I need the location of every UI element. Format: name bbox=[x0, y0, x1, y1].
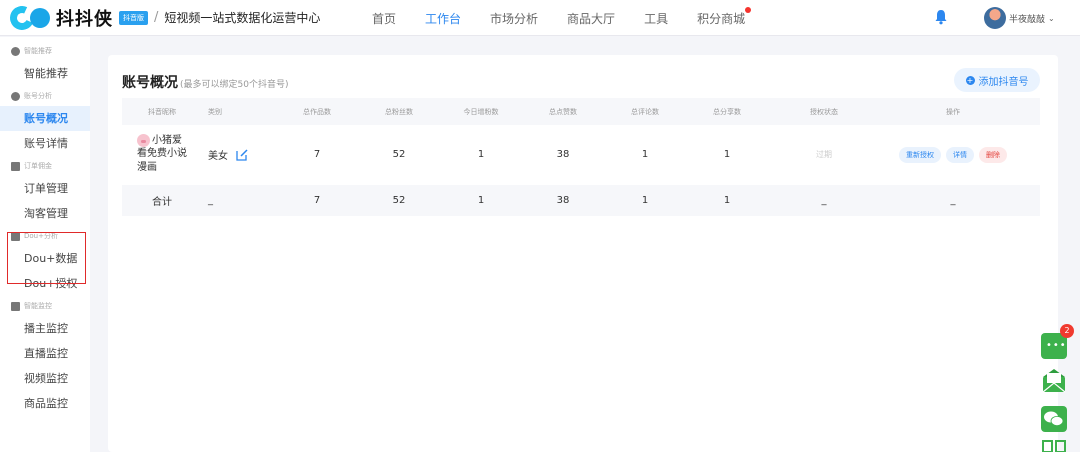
sidebar-item-product-monitor[interactable]: 商品监控 bbox=[0, 391, 90, 416]
total-likes: 38 bbox=[556, 195, 570, 206]
total-fans: 52 bbox=[392, 195, 406, 206]
details-button[interactable]: 详情 bbox=[946, 146, 974, 163]
logo-mark-icon bbox=[6, 2, 52, 33]
category-cell: 美女 bbox=[208, 127, 248, 182]
column-header: 总分享数 bbox=[713, 107, 741, 116]
wechat-icon[interactable] bbox=[1041, 406, 1067, 432]
column-header: 类别 bbox=[208, 107, 222, 116]
total-label: 合计 bbox=[152, 197, 172, 208]
total-auth-status: _ bbox=[821, 195, 827, 206]
username: 半夜敲敲 bbox=[1009, 14, 1046, 25]
column-header: 总点赞数 bbox=[549, 107, 577, 116]
avatar bbox=[984, 7, 1006, 29]
pie-chart-icon bbox=[11, 91, 20, 101]
account-name-line3: 漫画 bbox=[137, 162, 157, 173]
total-comments: 1 bbox=[641, 195, 649, 206]
user-menu[interactable]: 半夜敲敲 ⌄ bbox=[984, 7, 1055, 29]
sidebar-item-anchor-monitor[interactable]: 播主监控 bbox=[0, 316, 90, 341]
account-overview-card: 账号概况 (最多可以绑定50个抖音号) + 添加抖音号 抖音昵称 类别 总作品数 … bbox=[108, 55, 1058, 452]
mail-icon[interactable] bbox=[1041, 368, 1067, 394]
column-header: 总作品数 bbox=[303, 107, 331, 116]
likes-count: 38 bbox=[556, 149, 570, 160]
total-shares: 1 bbox=[723, 195, 731, 206]
edit-icon[interactable] bbox=[236, 148, 248, 161]
sidebar-item-account-detail[interactable]: 账号详情 bbox=[0, 131, 90, 156]
sidebar-item-account-overview[interactable]: 账号概况 bbox=[0, 106, 90, 131]
sidebar-item-live-monitor[interactable]: 直播监控 bbox=[0, 341, 90, 366]
bell-icon[interactable] bbox=[934, 9, 948, 25]
nav-points-mall-label: 积分商城 bbox=[697, 11, 746, 26]
total-category: _ bbox=[208, 195, 213, 206]
column-header: 操作 bbox=[946, 107, 960, 116]
auth-status: 过期 bbox=[794, 127, 854, 182]
total-ops: _ bbox=[950, 195, 956, 206]
logo-text: 抖抖侠 bbox=[56, 8, 113, 30]
plus-circle-icon: + bbox=[965, 75, 975, 85]
version-badge: 抖音版 bbox=[119, 10, 148, 25]
order-icon bbox=[11, 161, 20, 171]
account-cell[interactable]: 小猪爱 看免费小说 漫画 bbox=[126, 127, 198, 182]
total-works: 7 bbox=[313, 195, 321, 206]
section-title: 订单佣金 bbox=[24, 162, 52, 170]
chat-unread-badge: 2 bbox=[1060, 324, 1074, 338]
total-today-fans: 1 bbox=[477, 195, 485, 206]
column-header: 总评论数 bbox=[631, 107, 659, 116]
table-row: 小猪爱 看免费小说 漫画 美女 7 52 1 38 1 1 过期 重新授权 详情… bbox=[122, 127, 1040, 182]
table-header: 抖音昵称 类别 总作品数 总粉丝数 今日增粉数 总点赞数 总评论数 总分享数 授… bbox=[122, 98, 1040, 125]
sidebar-section-account: 账号分析 bbox=[0, 86, 90, 106]
column-header: 总粉丝数 bbox=[385, 107, 413, 116]
column-header: 授权状态 bbox=[810, 107, 838, 116]
section-title: 智能监控 bbox=[24, 302, 52, 310]
add-account-label: 添加抖音号 bbox=[978, 76, 1029, 88]
nav-product-hall[interactable]: 商品大厅 bbox=[567, 10, 615, 27]
top-header: 抖抖侠 抖音版 / 短视频一站式数据化运营中心 首页 工作台 市场分析 商品大厅… bbox=[0, 0, 1080, 36]
sidebar-item-order-management[interactable]: 订单管理 bbox=[0, 176, 90, 201]
total-row: 合计 _ 7 52 1 38 1 1 _ _ bbox=[122, 185, 1040, 216]
header-slogan: 短视频一站式数据化运营中心 bbox=[164, 11, 321, 25]
operations-cell: 重新授权 详情 删除 bbox=[878, 127, 1028, 182]
account-name-line1: 小猪爱 bbox=[152, 135, 182, 146]
column-header: 今日增粉数 bbox=[463, 107, 499, 116]
section-title: 智能推荐 bbox=[24, 47, 52, 55]
column-header: 抖音昵称 bbox=[148, 107, 176, 116]
category-text: 美女 bbox=[208, 151, 228, 162]
card-title-text: 账号概况 bbox=[122, 75, 178, 91]
sidebar-section-monitor: 智能监控 bbox=[0, 296, 90, 316]
card-subtitle: (最多可以绑定50个抖音号) bbox=[180, 80, 289, 90]
nav-home[interactable]: 首页 bbox=[372, 10, 396, 27]
fans-count: 52 bbox=[392, 149, 406, 160]
sidebar-item-taoke-management[interactable]: 淘客管理 bbox=[0, 201, 90, 226]
header-separator: / bbox=[154, 10, 159, 25]
sidebar-section-orders: 订单佣金 bbox=[0, 156, 90, 176]
highlight-box bbox=[7, 232, 86, 284]
nav-workbench[interactable]: 工作台 bbox=[425, 10, 461, 27]
pig-avatar-icon bbox=[137, 134, 150, 147]
recommend-icon bbox=[11, 46, 20, 56]
qr-code-icon[interactable] bbox=[1041, 440, 1067, 452]
auth-status-text: 过期 bbox=[816, 150, 832, 159]
today-fans-count: 1 bbox=[477, 149, 485, 160]
nav-market-analysis[interactable]: 市场分析 bbox=[490, 10, 538, 27]
account-name-line2: 看免费小说 bbox=[137, 148, 187, 159]
main-nav: 首页 工作台 市场分析 商品大厅 工具 积分商城 bbox=[372, 0, 774, 36]
nav-points-mall[interactable]: 积分商城 bbox=[697, 6, 752, 27]
chevron-down-icon: ⌄ bbox=[1048, 13, 1055, 23]
chat-bubble-icon: ••• bbox=[1046, 340, 1067, 351]
comments-count: 1 bbox=[641, 149, 649, 160]
section-title: 账号分析 bbox=[24, 92, 52, 100]
notification-dot bbox=[745, 6, 752, 13]
reauthorize-button[interactable]: 重新授权 bbox=[899, 146, 941, 163]
sidebar-item-smart-recommend[interactable]: 智能推荐 bbox=[0, 61, 90, 86]
logo[interactable]: 抖抖侠 抖音版 bbox=[6, 2, 148, 33]
monitor-icon bbox=[11, 301, 20, 311]
sidebar-item-video-monitor[interactable]: 视频监控 bbox=[0, 366, 90, 391]
delete-button[interactable]: 删除 bbox=[979, 146, 1007, 163]
sidebar-section-recommend: 智能推荐 bbox=[0, 41, 90, 61]
works-count: 7 bbox=[313, 149, 321, 160]
shares-count: 1 bbox=[723, 149, 731, 160]
add-account-button[interactable]: + 添加抖音号 bbox=[954, 68, 1040, 92]
nav-tools[interactable]: 工具 bbox=[644, 10, 668, 27]
page-title: 账号概况 (最多可以绑定50个抖音号) bbox=[122, 72, 288, 92]
